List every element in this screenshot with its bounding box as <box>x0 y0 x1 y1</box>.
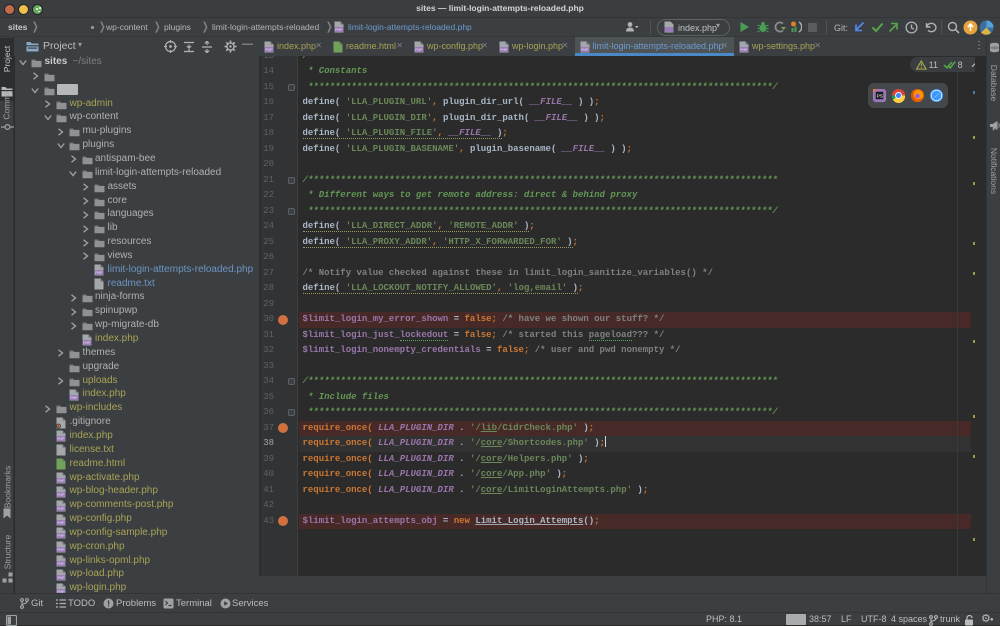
svg-text:PHP: PHP <box>57 562 65 566</box>
svg-text:PHP: PHP <box>70 396 78 400</box>
svg-text:PHP: PHP <box>335 28 343 32</box>
svg-text:PHP: PHP <box>581 48 589 52</box>
svg-text:PHP: PHP <box>57 493 65 497</box>
svg-text:PHP: PHP <box>57 438 65 442</box>
svg-text:PHP: PHP <box>57 548 65 552</box>
svg-text:PHP: PHP <box>57 479 65 483</box>
svg-text:PHP: PHP <box>265 48 273 52</box>
svg-text:PHP: PHP <box>83 341 91 345</box>
svg-text:PS: PS <box>877 93 883 98</box>
svg-text:PHP: PHP <box>57 507 65 511</box>
svg-text:PHP: PHP <box>740 48 748 52</box>
svg-text:PHP: PHP <box>57 521 65 525</box>
svg-text:PHP: PHP <box>57 576 65 580</box>
svg-text:PHP: PHP <box>500 48 508 52</box>
svg-text:PHP: PHP <box>57 535 65 539</box>
svg-text:PHP: PHP <box>95 271 103 275</box>
svg-text:PHP: PHP <box>415 48 423 52</box>
